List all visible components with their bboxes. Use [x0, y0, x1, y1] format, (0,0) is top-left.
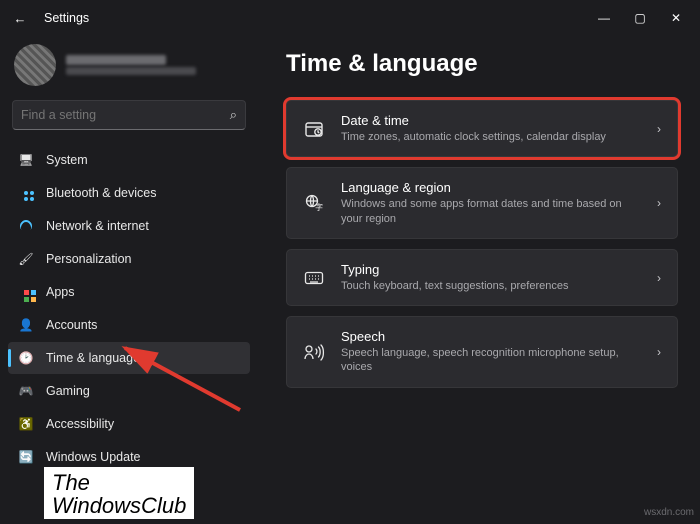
- chevron-right-icon: ›: [657, 122, 661, 136]
- sidebar-item-label: System: [46, 153, 88, 167]
- speech-icon: [303, 341, 325, 363]
- accessibility-icon: [18, 416, 34, 432]
- close-button[interactable]: ✕: [658, 4, 694, 32]
- card-typing[interactable]: Typing Touch keyboard, text suggestions,…: [286, 249, 678, 306]
- card-date-time[interactable]: Date & time Time zones, automatic clock …: [286, 100, 678, 157]
- sidebar-item-time-language[interactable]: Time & language: [8, 342, 250, 374]
- search-input[interactable]: [21, 108, 230, 122]
- card-title: Language & region: [341, 180, 641, 195]
- sidebar-item-label: Apps: [46, 285, 75, 299]
- watermark: The WindowsClub: [44, 467, 194, 519]
- chevron-right-icon: ›: [657, 345, 661, 359]
- gaming-icon: [18, 383, 34, 399]
- sidebar-item-system[interactable]: System: [8, 144, 250, 176]
- card-subtitle: Touch keyboard, text suggestions, prefer…: [341, 279, 641, 293]
- main-content: Time & language Date & time Time zones, …: [258, 36, 700, 524]
- user-name-redacted: [66, 55, 166, 65]
- user-text: [66, 55, 196, 75]
- card-title: Date & time: [341, 113, 641, 128]
- card-language-region[interactable]: 字 Language & region Windows and some app…: [286, 167, 678, 239]
- update-icon: [18, 449, 34, 465]
- sidebar-item-personalization[interactable]: Personalization: [8, 243, 250, 275]
- card-subtitle: Windows and some apps format dates and t…: [341, 197, 641, 226]
- page-title: Time & language: [286, 50, 678, 78]
- source-watermark: wsxdn.com: [644, 507, 694, 518]
- sidebar-item-label: Personalization: [46, 252, 131, 266]
- back-button[interactable]: ←: [6, 11, 34, 26]
- search-box[interactable]: ⌕: [12, 100, 246, 130]
- card-subtitle: Time zones, automatic clock settings, ca…: [341, 130, 641, 144]
- watermark-line2: WindowsClub: [52, 494, 186, 517]
- sidebar-item-label: Gaming: [46, 384, 90, 398]
- sidebar-item-label: Network & internet: [46, 219, 149, 233]
- bluetooth-icon: [18, 185, 34, 201]
- system-icon: [18, 152, 34, 168]
- brush-icon: [18, 251, 34, 267]
- accounts-icon: [18, 317, 34, 333]
- sidebar-item-accounts[interactable]: Accounts: [8, 309, 250, 341]
- sidebar-item-label: Accessibility: [46, 417, 114, 431]
- user-email-redacted: [66, 67, 196, 75]
- card-speech[interactable]: Speech Speech language, speech recogniti…: [286, 316, 678, 388]
- chevron-right-icon: ›: [657, 271, 661, 285]
- sidebar-item-accessibility[interactable]: Accessibility: [8, 408, 250, 440]
- keyboard-icon: [303, 267, 325, 289]
- sidebar-item-label: Bluetooth & devices: [46, 186, 157, 200]
- card-title: Typing: [341, 262, 641, 277]
- chevron-right-icon: ›: [657, 196, 661, 210]
- watermark-line1: The: [52, 471, 186, 494]
- sidebar-item-label: Accounts: [46, 318, 97, 332]
- sidebar: ⌕ System Bluetooth & devices Network & i…: [0, 36, 258, 524]
- minimize-button[interactable]: —: [586, 4, 622, 32]
- user-profile[interactable]: [8, 36, 250, 100]
- sidebar-item-bluetooth[interactable]: Bluetooth & devices: [8, 177, 250, 209]
- svg-text:字: 字: [315, 202, 323, 212]
- globe-language-icon: 字: [303, 192, 325, 214]
- clock-icon: [18, 350, 34, 366]
- search-icon: ⌕: [230, 107, 237, 123]
- sidebar-item-network[interactable]: Network & internet: [8, 210, 250, 242]
- card-title: Speech: [341, 329, 641, 344]
- wifi-icon: [18, 218, 34, 234]
- nav-list: System Bluetooth & devices Network & int…: [8, 144, 250, 473]
- sidebar-item-label: Time & language: [46, 351, 140, 365]
- window-title: Settings: [44, 11, 89, 25]
- card-subtitle: Speech language, speech recognition micr…: [341, 346, 641, 375]
- sidebar-item-gaming[interactable]: Gaming: [8, 375, 250, 407]
- sidebar-item-label: Windows Update: [46, 450, 141, 464]
- titlebar: ← Settings — ▢ ✕: [0, 0, 700, 36]
- maximize-button[interactable]: ▢: [622, 4, 658, 32]
- avatar: [14, 44, 56, 86]
- calendar-icon: [303, 118, 325, 140]
- apps-icon: [18, 284, 34, 300]
- sidebar-item-apps[interactable]: Apps: [8, 276, 250, 308]
